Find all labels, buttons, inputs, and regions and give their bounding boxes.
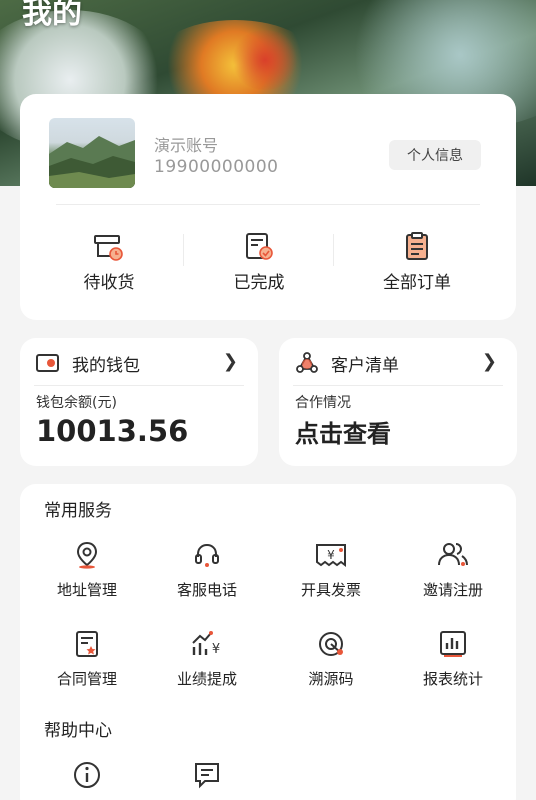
help-item-message[interactable]: [152, 760, 262, 799]
headset-icon: [195, 543, 219, 567]
order-completed[interactable]: 已完成: [199, 232, 319, 293]
all-orders-icon: [406, 232, 428, 260]
view-customers-link[interactable]: 点击查看: [295, 414, 391, 449]
service-commission[interactable]: ¥ 业绩提成: [152, 629, 262, 689]
avatar[interactable]: [49, 118, 135, 188]
info-icon: [74, 762, 100, 788]
order-label: 全部订单: [383, 273, 451, 293]
service-label: 报表统计: [422, 670, 483, 688]
wallet-title: 我的钱包: [72, 355, 140, 376]
section-title-common-services: 常用服务: [44, 501, 112, 521]
divider: [34, 385, 244, 386]
services-card: 常用服务 地址管理 客服电话 ¥ 开具发票 邀请注册 合同管理 ¥ 业绩提成 溯…: [20, 484, 516, 800]
help-item-info[interactable]: [32, 760, 142, 799]
cooperation-label: 合作情况: [295, 395, 351, 411]
service-hotline[interactable]: 客服电话: [152, 540, 262, 600]
report-chart-icon: [440, 631, 466, 657]
wallet-balance: 10013.56: [36, 414, 189, 448]
svg-text:¥: ¥: [212, 642, 220, 657]
account-name: 演示账号: [154, 136, 219, 155]
profile-card: 演示账号 19900000000 个人信息 待收货 已完成 全部订单: [20, 94, 516, 320]
contract-icon: [76, 631, 98, 657]
separator: [333, 234, 334, 266]
service-contract[interactable]: 合同管理: [32, 629, 142, 689]
order-all[interactable]: 全部订单: [357, 232, 477, 293]
completed-icon: [246, 233, 273, 260]
mountain-photo: [49, 136, 135, 188]
service-label: 客服电话: [176, 581, 237, 599]
service-label: 邀请注册: [422, 581, 483, 599]
divider: [56, 204, 480, 205]
service-reports[interactable]: 报表统计: [398, 629, 508, 689]
chevron-right-icon: ❯: [222, 351, 238, 372]
service-invoice[interactable]: ¥ 开具发票: [276, 540, 386, 600]
customer-list-title: 客户清单: [331, 355, 399, 376]
service-label: 开具发票: [300, 581, 361, 599]
divider: [293, 385, 503, 386]
trace-code-icon: [319, 632, 343, 656]
customer-list-card[interactable]: 客户清单 ❯ 合作情况 点击查看: [279, 338, 517, 466]
order-label: 已完成: [233, 273, 285, 293]
commission-chart-icon: ¥: [192, 631, 220, 657]
svg-text:¥: ¥: [327, 548, 335, 562]
service-label: 溯源码: [308, 670, 354, 688]
invite-users-icon: [438, 543, 468, 566]
section-title-help-center: 帮助中心: [44, 721, 112, 741]
wallet-card[interactable]: 我的钱包 ❯ 钱包余额(元) 10013.56: [20, 338, 258, 466]
order-label: 待收货: [83, 273, 135, 293]
pending-delivery-icon: [94, 235, 123, 261]
wallet-icon: [36, 354, 59, 372]
chevron-right-icon: ❯: [481, 351, 497, 372]
location-icon: [76, 541, 98, 569]
order-pending-delivery[interactable]: 待收货: [49, 232, 169, 293]
service-trace-code[interactable]: 溯源码: [276, 629, 386, 689]
service-label: 地址管理: [56, 581, 117, 599]
page-title: 我的: [22, 0, 82, 31]
wallet-balance-label: 钱包余额(元): [36, 395, 117, 411]
service-invite[interactable]: 邀请注册: [398, 540, 508, 600]
service-label: 合同管理: [56, 670, 117, 688]
personal-info-button[interactable]: 个人信息: [389, 140, 481, 170]
separator: [183, 234, 184, 266]
service-address[interactable]: 地址管理: [32, 540, 142, 600]
message-icon: [195, 763, 219, 789]
service-label: 业绩提成: [176, 670, 237, 688]
invoice-icon: ¥: [316, 544, 346, 567]
customer-network-icon: [296, 352, 318, 373]
phone-number: 19900000000: [154, 157, 279, 177]
